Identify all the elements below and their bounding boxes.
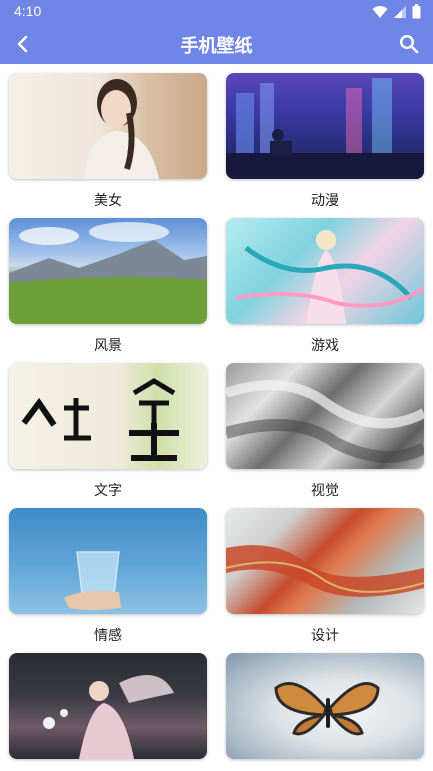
category-card-dongman[interactable]: 动漫 [226, 73, 426, 210]
category-thumbnail[interactable] [9, 218, 207, 324]
abstract-silver-image [226, 380, 424, 463]
category-label: 设计 [311, 628, 339, 644]
category-label: 风景 [94, 338, 122, 354]
category-thumbnail[interactable] [226, 508, 424, 614]
category-thumbnail[interactable] [226, 218, 424, 324]
category-thumbnail[interactable] [9, 508, 207, 614]
calligraphy-image [21, 378, 179, 461]
search-icon [399, 34, 419, 54]
category-thumbnail[interactable] [9, 653, 207, 759]
landscape-image [9, 222, 207, 324]
status-bar: 4:10 [0, 0, 433, 24]
woman-portrait-image [84, 79, 159, 179]
category-label: 美女 [94, 193, 122, 209]
status-icons [372, 4, 421, 19]
category-card-fengjing[interactable]: 风景 [9, 218, 209, 355]
category-thumbnail[interactable] [226, 73, 424, 179]
fairy-girl-image [43, 675, 174, 759]
wallpaper-category-grid: 美女 动漫 风景 游戏 文字 视觉 情感 设计 [0, 64, 433, 771]
battery-icon [412, 4, 421, 19]
category-thumbnail[interactable] [226, 363, 424, 469]
category-card-sheji[interactable]: 设计 [226, 508, 426, 645]
category-label: 视觉 [311, 483, 339, 499]
category-card-qinggan[interactable]: 情感 [9, 508, 209, 645]
category-thumbnail[interactable] [226, 653, 424, 759]
category-card-youxi[interactable]: 游戏 [226, 218, 426, 355]
category-label: 游戏 [311, 338, 339, 354]
wifi-icon [372, 5, 388, 18]
category-card-5[interactable] [9, 653, 209, 759]
marble-art-image [226, 545, 424, 597]
anime-city-image [226, 78, 424, 179]
category-thumbnail[interactable] [9, 363, 207, 469]
game-art-image [235, 230, 424, 324]
butterfly-image [274, 682, 380, 736]
category-label: 文字 [94, 483, 122, 499]
signal-icon [394, 5, 406, 18]
app-bar: 手机壁纸 [0, 24, 433, 64]
category-card-shijue[interactable]: 视觉 [226, 363, 426, 500]
category-label: 动漫 [311, 193, 339, 209]
category-card-6[interactable] [226, 653, 426, 759]
search-button[interactable] [395, 30, 423, 58]
category-thumbnail[interactable] [9, 73, 207, 179]
category-label: 情感 [94, 628, 122, 644]
status-time: 4:10 [14, 3, 42, 19]
category-card-wenzi[interactable]: 文字 [9, 363, 209, 500]
page-title: 手机壁纸 [180, 36, 253, 57]
hand-glass-image [64, 551, 121, 610]
category-card-meinv[interactable]: 美女 [9, 73, 209, 210]
